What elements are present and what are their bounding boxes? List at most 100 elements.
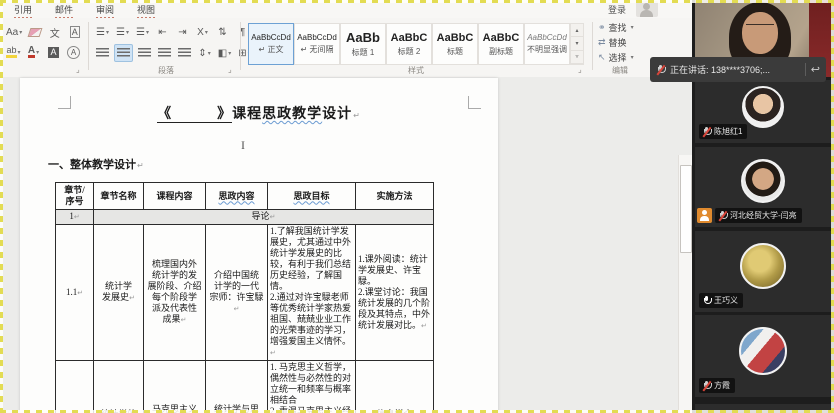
change-case-button[interactable]: Aa▾: [5, 24, 23, 40]
participant-tile[interactable]: 方霞: [695, 315, 831, 397]
font-color-button[interactable]: A▾: [25, 44, 42, 60]
cell-num[interactable]: 1.2↵: [56, 361, 94, 413]
document-title[interactable]: 《 》课程思政教学设计↵: [20, 103, 498, 123]
header-chapter-name[interactable]: 章节名称: [94, 183, 144, 210]
cell-intro-num[interactable]: 1↵: [56, 210, 94, 225]
style-item-heading2[interactable]: AaBbC 标题 2: [386, 23, 432, 65]
tab-mailings[interactable]: 邮件: [55, 3, 73, 19]
participant-tile-partial[interactable]: [695, 404, 831, 413]
decrease-indent-button[interactable]: ⇤: [154, 24, 171, 40]
styles-scroll-up-icon[interactable]: ▴: [571, 24, 583, 37]
align-left-button[interactable]: [94, 45, 111, 61]
bullets-button[interactable]: ☰▾: [94, 24, 111, 40]
speaking-banner: 正在讲话: 138****3706;... ↩: [650, 57, 826, 82]
tab-review[interactable]: 审阅: [96, 3, 114, 19]
cell-course-content[interactable]: 梳理国内外 统计学的发 展阶段、介绍 每个阶段学 派及代表性 成果↵: [144, 225, 206, 361]
header-method[interactable]: 实施方法: [356, 183, 434, 210]
scrollbar-thumb[interactable]: [680, 165, 692, 253]
reply-arrow-icon[interactable]: ↩: [811, 63, 820, 76]
style-item-normal[interactable]: AaBbCcDd ↵ 正文: [248, 23, 294, 65]
banner-divider: [805, 63, 806, 76]
header-course-content[interactable]: 课程内容: [144, 183, 206, 210]
tab-view[interactable]: 视图: [137, 3, 155, 19]
group-separator: [592, 22, 593, 70]
cell-course-content[interactable]: 马克思主义 是统计学的 理论基础↵: [144, 361, 206, 413]
participant-name-label: 陈旭红1: [699, 124, 747, 139]
select-button[interactable]: ↖ 选择 ▾: [598, 51, 634, 64]
cell-sizheng-goal[interactable]: 1. 马克思主义哲学，偶然性与必然性的对立统一和频率与概率相结合 2. 重温马克…: [268, 361, 356, 413]
teaching-design-table: 章节/ 序号 章节名称 课程内容 思政内容 思政目标 实施方法 1↵ 导论↵ 1…: [55, 182, 434, 413]
cell-chapter-name[interactable]: 统计学 发展史↵: [94, 225, 144, 361]
cell-num[interactable]: 1.1↵: [56, 225, 94, 361]
styles-group-label: 样式: [408, 65, 424, 76]
table-row-intro: 1↵ 导论↵: [56, 210, 434, 225]
replace-icon: ⇄: [598, 37, 606, 48]
cell-sizheng-content[interactable]: 介绍中国统 计学的一代 宗师：许宝騄↵: [206, 225, 268, 361]
table-row-1-1: 1.1↵ 统计学 发展史↵ 梳理国内外 统计学的发 展阶段、介绍 每个阶段学 派…: [56, 225, 434, 361]
phonetic-guide-button[interactable]: 文: [46, 24, 63, 40]
account-avatar-icon[interactable]: [636, 1, 658, 17]
document-page[interactable]: 《 》课程思政教学设计↵ I 一、整体教学设计↵ 章节/ 序号 章节名称 课程内…: [20, 78, 498, 413]
increase-indent-button[interactable]: ⇥: [174, 24, 191, 40]
styles-scroll-down-icon[interactable]: ▾: [571, 37, 583, 50]
text-cursor: I: [241, 138, 245, 153]
participant-tile[interactable]: 王巧义: [695, 231, 831, 312]
align-right-button[interactable]: [136, 45, 153, 61]
style-item-subtle-emphasis[interactable]: AaBbCcDd 不明显强调: [524, 23, 570, 65]
login-button[interactable]: 登录: [608, 3, 626, 16]
paragraph-dialog-launcher-icon[interactable]: ⌟: [228, 65, 232, 74]
tab-references[interactable]: 引用: [14, 3, 32, 19]
section-heading[interactable]: 一、整体教学设计↵: [48, 156, 144, 172]
participant-name-label: 王巧义: [699, 293, 743, 308]
style-item-title[interactable]: AaBbC 标题: [432, 23, 478, 65]
participant-name-label: 方霞: [699, 378, 735, 393]
presenter-badge-icon: [697, 208, 712, 223]
font-group-row2: ab▾ A▾ A A: [5, 44, 82, 60]
header-sizheng-content[interactable]: 思政内容: [206, 183, 268, 210]
cell-intro-label[interactable]: 导论↵: [94, 210, 434, 225]
participant-tile[interactable]: 河北经贸大学-闫亮: [695, 147, 831, 227]
paragraph-group-row1: ☰▾ ☰▾ ☰▾ ⇤ ⇥ X▾ ⇅ ¶: [94, 24, 251, 40]
replace-button[interactable]: ⇄ 替换: [598, 36, 627, 49]
document-scrollbar[interactable]: [678, 155, 692, 413]
participant-tile[interactable]: 陈旭红1: [695, 80, 831, 143]
header-chapter-no[interactable]: 章节/ 序号: [56, 183, 94, 210]
styles-dialog-launcher-icon[interactable]: ⌟: [578, 65, 582, 74]
numbering-button[interactable]: ☰▾: [114, 24, 131, 40]
line-spacing-button[interactable]: ⇕▾: [196, 45, 213, 61]
style-item-no-spacing[interactable]: AaBbCcDd ↵ 无间隔: [294, 23, 340, 65]
shading-button[interactable]: ◧▾: [216, 45, 233, 61]
group-separator: [240, 22, 241, 70]
paragraph-group-label: 段落: [158, 65, 174, 76]
styles-gallery-scrollbar[interactable]: ▴ ▾ ▿: [570, 23, 584, 65]
sort-button[interactable]: ⇅: [214, 24, 231, 40]
style-item-heading1[interactable]: AaBb 标题 1: [340, 23, 386, 65]
character-shading-button[interactable]: A: [45, 44, 62, 60]
distribute-button[interactable]: [176, 45, 193, 61]
find-icon: ⚭: [598, 22, 606, 33]
style-item-subtitle[interactable]: AaBbC 副标题: [478, 23, 524, 65]
header-sizheng-goal[interactable]: 思政目标: [268, 183, 356, 210]
clear-formatting-button[interactable]: [26, 24, 43, 40]
table-row-1-2: 1.2↵ 统计学的 学科性质↵ 马克思主义 是统计学的 理论基础↵ 统计学与思 …: [56, 361, 434, 413]
paragraph-group-row2: ⇕▾ ◧▾ ⊞▾: [94, 44, 253, 62]
asian-layout-button[interactable]: X▾: [194, 24, 211, 40]
speaker-glasses: [746, 24, 774, 32]
find-button[interactable]: ⚭ 查找 ▾: [598, 21, 634, 34]
participant-name-label: 河北经贸大学-闫亮: [715, 208, 802, 223]
cell-sizheng-content[interactable]: 统计学与思 政课程同向 同行↵: [206, 361, 268, 413]
ribbon-tab-bar: 引用 邮件 审阅 视图 登录: [0, 0, 694, 18]
text-highlight-button[interactable]: ab▾: [5, 44, 22, 60]
select-icon: ↖: [598, 52, 606, 63]
multilevel-list-button[interactable]: ☰▾: [134, 24, 151, 40]
cell-chapter-name[interactable]: 统计学的 学科性质↵: [94, 361, 144, 413]
align-center-button[interactable]: [114, 44, 133, 62]
enclose-characters-button[interactable]: A: [65, 44, 82, 60]
character-border-button[interactable]: A: [66, 24, 83, 40]
cell-method[interactable]: 信息媒介 课堂讨论↵: [356, 361, 434, 413]
justify-button[interactable]: [156, 45, 173, 61]
font-dialog-launcher-icon[interactable]: ⌟: [76, 65, 80, 74]
cell-sizheng-goal[interactable]: 1.了解我国统计学发展史，尤其通过中外统计学发展史的比较，有利于我们总结历史经验…: [268, 225, 356, 361]
styles-more-icon[interactable]: ▿: [571, 51, 583, 64]
cell-method[interactable]: 1.课外阅读：统计学发展史、许宝騄。 2.课堂讨论：我国统计发展的几个阶段及其特…: [356, 225, 434, 361]
